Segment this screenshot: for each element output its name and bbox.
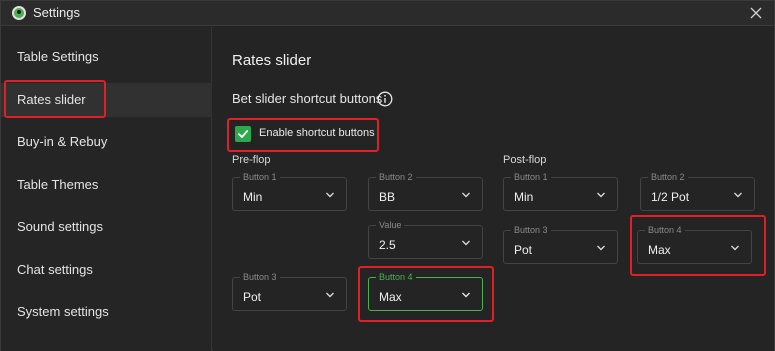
chevron-down-icon <box>326 292 334 298</box>
select-legend: Button 1 <box>511 172 551 183</box>
sidebar-item-table-themes[interactable]: Table Themes <box>1 168 212 202</box>
select-value: BB <box>379 190 396 204</box>
select-value: 2.5 <box>379 238 396 252</box>
postflop-label: Post-flop <box>503 154 547 166</box>
preflop-button2-select[interactable]: Button 2 BB <box>368 172 483 211</box>
sidebar-item-rates-slider[interactable]: Rates slider <box>1 83 212 117</box>
info-icon[interactable] <box>377 91 393 107</box>
postflop-button4-select[interactable]: Button 4 Max <box>637 225 752 264</box>
sidebar-item-table-settings[interactable]: Table Settings <box>1 40 212 74</box>
page-title: Rates slider <box>232 52 312 69</box>
postflop-button2-select[interactable]: Button 2 1/2 Pot <box>640 172 755 211</box>
chevron-down-icon <box>462 292 470 298</box>
select-legend: Button 3 <box>511 225 551 236</box>
select-value: Min <box>243 190 263 204</box>
sidebar-item-system-settings[interactable]: System settings <box>1 295 212 329</box>
sidebar-item-buy-in-rebuy[interactable]: Buy-in & Rebuy <box>1 125 212 159</box>
app-logo-icon <box>12 6 26 20</box>
enable-shortcut-label: Enable shortcut buttons <box>259 127 375 139</box>
close-button[interactable] <box>746 3 766 23</box>
postflop-button3-select[interactable]: Button 3 Pot <box>503 225 618 264</box>
sidebar-item-sound-settings[interactable]: Sound settings <box>1 210 212 244</box>
preflop-label: Pre-flop <box>232 154 271 166</box>
settings-sidebar: Table Settings Rates slider Buy-in & Reb… <box>1 27 212 351</box>
settings-window: Settings Table Settings Rates slider Buy… <box>0 0 775 351</box>
section-heading: Bet slider shortcut buttons <box>232 91 383 106</box>
preflop-button1-select[interactable]: Button 1 Min <box>232 172 347 211</box>
chevron-down-icon <box>734 192 742 198</box>
chevron-down-icon <box>597 245 605 251</box>
select-legend: Button 4 <box>645 225 685 236</box>
checkmark-icon <box>238 130 249 138</box>
select-value: Max <box>379 290 402 304</box>
select-value: Max <box>648 243 671 257</box>
window-title: Settings <box>33 5 80 20</box>
select-value: Min <box>514 190 534 204</box>
chevron-down-icon <box>462 240 470 246</box>
chevron-down-icon <box>597 192 605 198</box>
select-legend: Button 2 <box>648 172 688 183</box>
preflop-value-select[interactable]: Value 2.5 <box>368 220 483 259</box>
sidebar-item-chat-settings[interactable]: Chat settings <box>1 253 212 287</box>
select-value: Pot <box>514 243 533 257</box>
title-bar: Settings <box>1 1 774 26</box>
enable-shortcut-checkbox[interactable] <box>235 126 251 142</box>
select-legend: Value <box>376 220 405 231</box>
chevron-down-icon <box>326 192 334 198</box>
select-legend: Button 4 <box>376 272 416 283</box>
preflop-button4-select[interactable]: Button 4 Max <box>368 272 483 311</box>
postflop-button1-select[interactable]: Button 1 Min <box>503 172 618 211</box>
chevron-down-icon <box>462 192 470 198</box>
select-legend: Button 1 <box>240 172 280 183</box>
select-legend: Button 3 <box>240 272 280 283</box>
close-icon <box>750 7 762 19</box>
main-content: Rates slider Bet slider shortcut buttons… <box>213 27 774 351</box>
select-value: Pot <box>243 290 262 304</box>
select-value: 1/2 Pot <box>651 190 690 204</box>
preflop-button3-select[interactable]: Button 3 Pot <box>232 272 347 311</box>
chevron-down-icon <box>731 245 739 251</box>
select-legend: Button 2 <box>376 172 416 183</box>
